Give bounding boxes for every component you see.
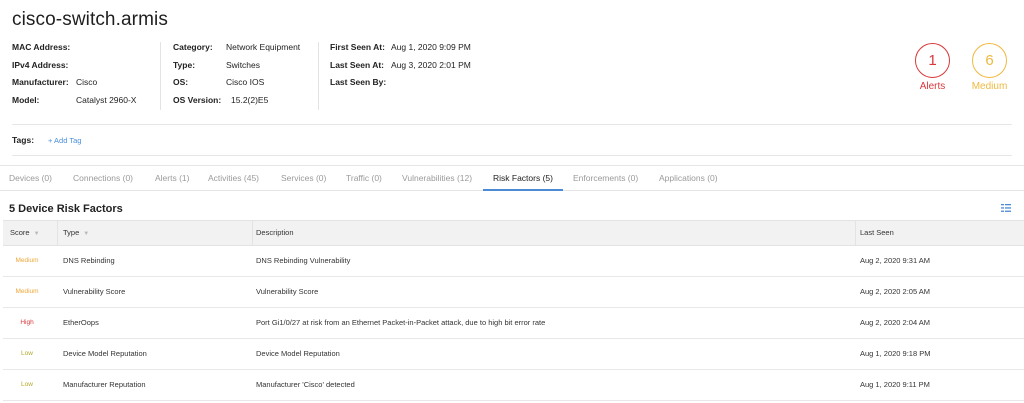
tab-services[interactable]: Services (0) [281, 166, 326, 191]
description-cell: DNS Rebinding Vulnerability [256, 256, 351, 265]
risk-level-label: Medium [971, 81, 1008, 92]
description-cell: Device Model Reputation [256, 349, 340, 358]
score-cell: High [20, 319, 34, 326]
model-label: Model: [12, 94, 40, 105]
tab-activities[interactable]: Activities (45) [208, 166, 259, 191]
tab-applications[interactable]: Applications (0) [659, 166, 718, 191]
last-seen-cell: Aug 1, 2020 9:11 PM [860, 380, 930, 389]
last-seen-column-header[interactable]: Last Seen [860, 221, 894, 245]
tags-divider [12, 155, 1012, 156]
last-seen-cell: Aug 1, 2020 9:18 PM [860, 349, 931, 358]
info-row-mac: MAC Address: [12, 42, 136, 60]
last-seen-value: Aug 3, 2020 2:01 PM [391, 59, 471, 70]
info-row-last-seen-by: Last Seen By: [330, 77, 471, 95]
tab-enforcements[interactable]: Enforcements (0) [573, 166, 638, 191]
type-cell: EtherOops [63, 318, 99, 327]
info-row-category: Category: Network Equipment [173, 42, 300, 60]
type-value: Switches [226, 59, 261, 70]
table-row[interactable]: Low Manufacturer Reputation Manufacturer… [3, 370, 1024, 401]
last-seen-cell: Aug 2, 2020 2:04 AM [860, 318, 931, 327]
score-cell: Low [21, 381, 33, 388]
tab-risk-factors[interactable]: Risk Factors (5) [483, 166, 563, 191]
device-title: cisco-switch.armis [12, 9, 168, 30]
ipv4-address-label: IPv4 Address: [12, 59, 69, 70]
device-info-column-1: MAC Address: IPv4 Address: Manufacturer:… [12, 42, 136, 112]
info-divider [160, 42, 161, 110]
device-info-column-3: First Seen At: Aug 1, 2020 9:09 PM Last … [330, 42, 471, 95]
category-value: Network Equipment [226, 42, 301, 52]
score-cell: Medium [15, 257, 39, 264]
last-seen-label: Last Seen At: [330, 59, 385, 70]
last-seen-by-label: Last Seen By: [330, 77, 387, 87]
table-row[interactable]: Medium Vulnerability Score Vulnerability… [3, 277, 1024, 308]
tags-row: Tags: + Add Tag [12, 135, 81, 145]
manufacturer-label: Manufacturer: [12, 77, 69, 87]
type-cell: Vulnerability Score [63, 287, 126, 296]
type-column-header[interactable]: Type ▼ [63, 221, 89, 245]
type-cell: Manufacturer Reputation [63, 380, 146, 389]
table-row[interactable]: Low Device Model Reputation Device Model… [3, 339, 1024, 370]
info-row-os: OS: Cisco IOS [173, 77, 300, 95]
type-cell: DNS Rebinding [63, 256, 115, 265]
score-header-label: Score [10, 228, 30, 237]
info-row-ipv4: IPv4 Address: [12, 60, 136, 78]
info-row-type: Type: Switches [173, 60, 300, 78]
score-cell: Low [21, 350, 33, 357]
os-version-value: 15.2(2)E5 [231, 94, 269, 105]
risk-factors-table: Score ▼ Type ▼ Description Last Seen Mediu… [3, 220, 1024, 401]
type-header-label: Type [63, 228, 80, 237]
column-divider [252, 221, 253, 245]
risk-factors-title: 5 Device Risk Factors [9, 203, 123, 215]
alerts-badge-label: Alerts [919, 81, 946, 92]
add-tag-link[interactable]: + Add Tag [48, 136, 81, 145]
mac-address-label: MAC Address: [12, 42, 71, 52]
sort-icon[interactable]: ▼ [34, 231, 40, 237]
table-header: Score ▼ Type ▼ Description Last Seen [3, 220, 1024, 246]
table-row[interactable]: High EtherOops Port Gi1/0/27 at risk fro… [3, 308, 1024, 339]
last-seen-cell: Aug 2, 2020 2:05 AM [860, 287, 931, 296]
device-info-column-2: Category: Network Equipment Type: Switch… [173, 42, 300, 112]
tab-alerts[interactable]: Alerts (1) [155, 166, 189, 191]
os-value: Cisco IOS [226, 77, 265, 87]
first-seen-value: Aug 1, 2020 9:09 PM [391, 42, 471, 52]
tab-vulnerabilities[interactable]: Vulnerabilities (12) [402, 166, 472, 191]
category-label: Category: [173, 42, 213, 52]
description-cell: Manufacturer 'Cisco' detected [256, 380, 355, 389]
description-column-header[interactable]: Description [256, 221, 294, 245]
info-row-os-version: OS Version: 15.2(2)E5 [173, 95, 300, 113]
info-row-last-seen: Last Seen At: Aug 3, 2020 2:01 PM [330, 60, 471, 78]
info-row-model: Model: Catalyst 2960-X [12, 95, 136, 113]
alerts-count-badge[interactable]: 1 [915, 43, 950, 78]
info-row-manufacturer: Manufacturer: Cisco [12, 77, 136, 95]
type-cell: Device Model Reputation [63, 349, 147, 358]
header-divider [12, 124, 1012, 125]
score-cell: Medium [15, 288, 39, 295]
column-divider [57, 221, 58, 245]
tags-label: Tags: [12, 135, 35, 145]
column-divider [855, 221, 856, 245]
type-label: Type: [173, 59, 196, 70]
info-row-first-seen: First Seen At: Aug 1, 2020 9:09 PM [330, 42, 471, 60]
table-row[interactable]: Medium DNS Rebinding DNS Rebinding Vulne… [3, 246, 1024, 277]
tab-connections[interactable]: Connections (0) [73, 166, 133, 191]
manufacturer-value: Cisco [76, 77, 98, 87]
risk-level-badge[interactable]: 6 [972, 43, 1007, 78]
first-seen-label: First Seen At: [330, 42, 385, 52]
last-seen-cell: Aug 2, 2020 9:31 AM [860, 256, 931, 265]
model-value: Catalyst 2960-X [76, 94, 137, 105]
description-cell: Vulnerability Score [256, 287, 319, 296]
list-view-icon[interactable] [1001, 204, 1011, 212]
os-version-label: OS Version: [173, 94, 222, 105]
sort-icon[interactable]: ▼ [83, 231, 89, 237]
info-divider [318, 42, 319, 110]
score-column-header[interactable]: Score ▼ [10, 221, 40, 245]
description-cell: Port Gi1/0/27 at risk from an Ethernet P… [256, 318, 546, 327]
os-label: OS: [173, 77, 189, 87]
tab-traffic[interactable]: Traffic (0) [346, 166, 382, 191]
tab-bar: Devices (0) Connections (0) Alerts (1) A… [0, 165, 1024, 191]
tab-devices[interactable]: Devices (0) [9, 166, 52, 191]
